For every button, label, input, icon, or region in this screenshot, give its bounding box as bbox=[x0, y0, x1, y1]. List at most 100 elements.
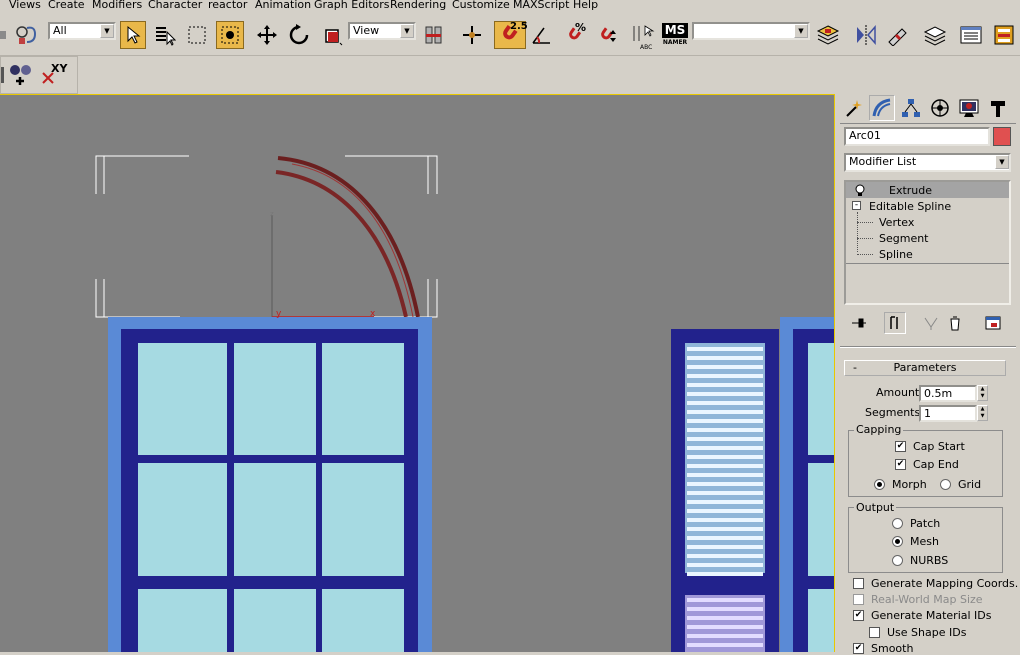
amount-field[interactable]: 0.5m bbox=[919, 385, 977, 402]
configure-modifier-sets-button[interactable] bbox=[982, 312, 1004, 334]
perspective-viewport[interactable]: y x z bbox=[0, 94, 835, 652]
select-and-scale-button[interactable] bbox=[318, 21, 346, 49]
select-object-button[interactable] bbox=[120, 21, 146, 49]
mesh-radio[interactable] bbox=[892, 536, 903, 547]
chevron-down-icon: ▼ bbox=[400, 24, 414, 38]
curve-editor-button[interactable] bbox=[956, 21, 986, 49]
shutter-slat bbox=[687, 446, 763, 450]
menu-character[interactable]: Character bbox=[148, 0, 202, 10]
align-icon bbox=[888, 28, 907, 46]
use-shape-ids-checkbox[interactable] bbox=[869, 627, 880, 638]
selection-filter-dropdown[interactable]: All ▼ bbox=[48, 22, 116, 40]
stack-item-editable-spline[interactable]: - Editable Spline bbox=[846, 198, 1009, 214]
menu-maxscript[interactable]: MAXScript bbox=[513, 0, 569, 10]
menu-rendering[interactable]: Rendering bbox=[390, 0, 446, 10]
make-unique-button[interactable] bbox=[920, 312, 942, 334]
menu-customize[interactable]: Customize bbox=[452, 0, 510, 10]
segments-field[interactable]: 1 bbox=[919, 405, 977, 422]
morph-radio[interactable] bbox=[874, 479, 885, 490]
modifier-list-dropdown[interactable]: Modifier List ▼ bbox=[844, 153, 1011, 172]
create-tab[interactable] bbox=[842, 95, 866, 121]
stack-item-extrude[interactable]: Extrude bbox=[846, 182, 1009, 198]
modify-tab[interactable] bbox=[869, 95, 895, 121]
stack-sub-vertex[interactable]: Vertex bbox=[846, 214, 1009, 230]
patch-radio[interactable] bbox=[892, 518, 903, 529]
shutter-slat bbox=[687, 473, 763, 477]
menu-animation[interactable]: Animation bbox=[255, 0, 311, 10]
object-color-swatch[interactable] bbox=[993, 127, 1011, 146]
object-name-field[interactable]: Arc01 bbox=[844, 127, 990, 146]
ms-namer-button[interactable]: MS NAMER bbox=[660, 21, 690, 49]
angle-snap-button[interactable] bbox=[528, 21, 556, 49]
grid-radio[interactable] bbox=[940, 479, 951, 490]
mirror-button[interactable] bbox=[852, 21, 880, 49]
arc01-extruded-shape bbox=[277, 156, 420, 318]
show-end-result-button[interactable] bbox=[884, 312, 906, 334]
select-by-name-button[interactable] bbox=[152, 21, 178, 49]
bind-space-warp-icon[interactable] bbox=[14, 21, 40, 49]
schematic-view-button[interactable] bbox=[990, 21, 1018, 49]
rect-selection-region-button[interactable] bbox=[184, 21, 210, 49]
pivot-center-icon bbox=[425, 26, 442, 44]
window-panes-left bbox=[138, 343, 404, 652]
generate-mapping-coords-checkbox[interactable] bbox=[853, 578, 864, 589]
layer-manager-button[interactable] bbox=[814, 21, 842, 49]
pin-stack-button[interactable] bbox=[848, 312, 870, 334]
configure-icon bbox=[985, 316, 1001, 330]
real-world-map-size-checkbox[interactable] bbox=[853, 594, 864, 605]
manipulate-icon bbox=[463, 26, 481, 44]
named-selection-sets-dropdown[interactable]: ▼ bbox=[692, 22, 810, 40]
cap-start-checkbox[interactable]: ✔ bbox=[895, 441, 906, 452]
stack-sub-segment[interactable]: Segment bbox=[846, 230, 1009, 246]
smooth-checkbox[interactable]: ✔ bbox=[853, 643, 864, 654]
stack-sub-spline[interactable]: Spline bbox=[846, 246, 1009, 262]
motion-tab[interactable] bbox=[927, 95, 953, 121]
window-crossing-button[interactable] bbox=[216, 21, 244, 49]
cap-end-checkbox[interactable]: ✔ bbox=[895, 459, 906, 470]
nurbs-radio[interactable] bbox=[892, 555, 903, 566]
shutter-slat bbox=[687, 536, 763, 540]
select-and-rotate-button[interactable] bbox=[286, 21, 312, 49]
layer-list-button[interactable] bbox=[920, 21, 950, 49]
window-crossing-icon bbox=[221, 26, 239, 44]
amount-spinner[interactable]: ▲ ▼ bbox=[977, 385, 988, 401]
xy-constraint-button[interactable]: XY bbox=[39, 60, 69, 88]
hierarchy-tab[interactable] bbox=[898, 95, 924, 121]
display-icon bbox=[959, 99, 979, 117]
lightbulb-icon[interactable] bbox=[854, 184, 866, 196]
edit-named-selection-button[interactable]: ABC bbox=[630, 21, 658, 51]
select-arrow-icon bbox=[127, 25, 141, 44]
collapse-icon[interactable]: - bbox=[852, 201, 861, 210]
use-pivot-center-button[interactable] bbox=[420, 21, 448, 49]
chevron-down-icon: ▼ bbox=[794, 24, 808, 38]
shutter-slat bbox=[687, 643, 763, 647]
select-and-move-button[interactable] bbox=[254, 21, 280, 49]
snaps-toggle-button[interactable]: 2.5 bbox=[494, 21, 528, 49]
segments-spinner[interactable]: ▲ ▼ bbox=[977, 405, 988, 421]
schematic-icon bbox=[994, 25, 1014, 45]
reference-coord-dropdown[interactable]: View ▼ bbox=[348, 22, 416, 40]
menu-create[interactable]: Create bbox=[48, 0, 85, 10]
svg-text:y: y bbox=[276, 309, 282, 319]
spinner-snap-button[interactable] bbox=[592, 21, 620, 49]
svg-text:z: z bbox=[270, 210, 274, 218]
shutter-slat bbox=[687, 607, 763, 611]
utilities-tab[interactable] bbox=[985, 95, 1011, 121]
menu-views[interactable]: Views bbox=[9, 0, 41, 10]
menu-graph-editors[interactable]: Graph Editors bbox=[314, 0, 390, 10]
generate-material-ids-checkbox[interactable]: ✔ bbox=[853, 610, 864, 621]
shutter-slat bbox=[687, 616, 763, 620]
parameters-rollout-header[interactable]: - Parameters bbox=[844, 360, 1006, 376]
align-button[interactable] bbox=[884, 21, 912, 49]
bind-icon[interactable] bbox=[0, 21, 8, 49]
attach-object-button[interactable] bbox=[7, 60, 35, 88]
select-and-manipulate-button[interactable] bbox=[458, 21, 486, 49]
menu-help[interactable]: Help bbox=[573, 0, 598, 10]
menu-reactor[interactable]: reactor bbox=[208, 0, 247, 10]
menu-modifiers[interactable]: Modifiers bbox=[92, 0, 142, 10]
display-tab[interactable] bbox=[956, 95, 982, 121]
layers-icon bbox=[816, 25, 840, 45]
percent-snap-button[interactable]: % bbox=[560, 21, 588, 49]
remove-modifier-button[interactable] bbox=[944, 312, 966, 334]
create-icon bbox=[846, 100, 862, 117]
